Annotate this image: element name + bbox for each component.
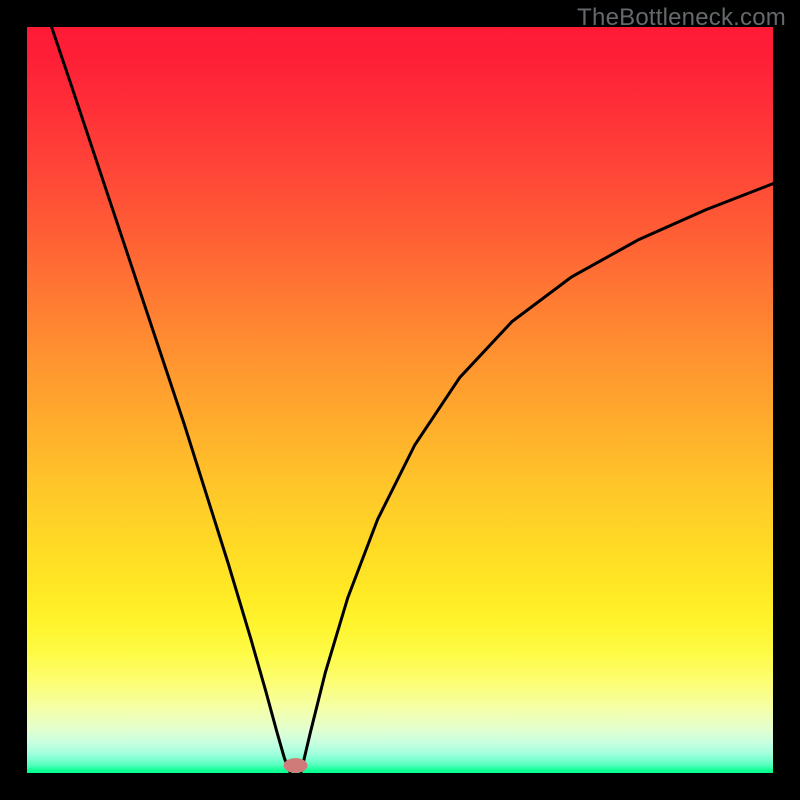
- plot-area: [27, 27, 773, 773]
- chart-frame: TheBottleneck.com: [0, 0, 800, 800]
- min-marker: [284, 758, 308, 773]
- watermark-text: TheBottleneck.com: [577, 4, 786, 32]
- curve-svg: [27, 27, 773, 773]
- bottleneck-curve-right: [301, 184, 773, 773]
- bottleneck-curve-left: [52, 27, 291, 773]
